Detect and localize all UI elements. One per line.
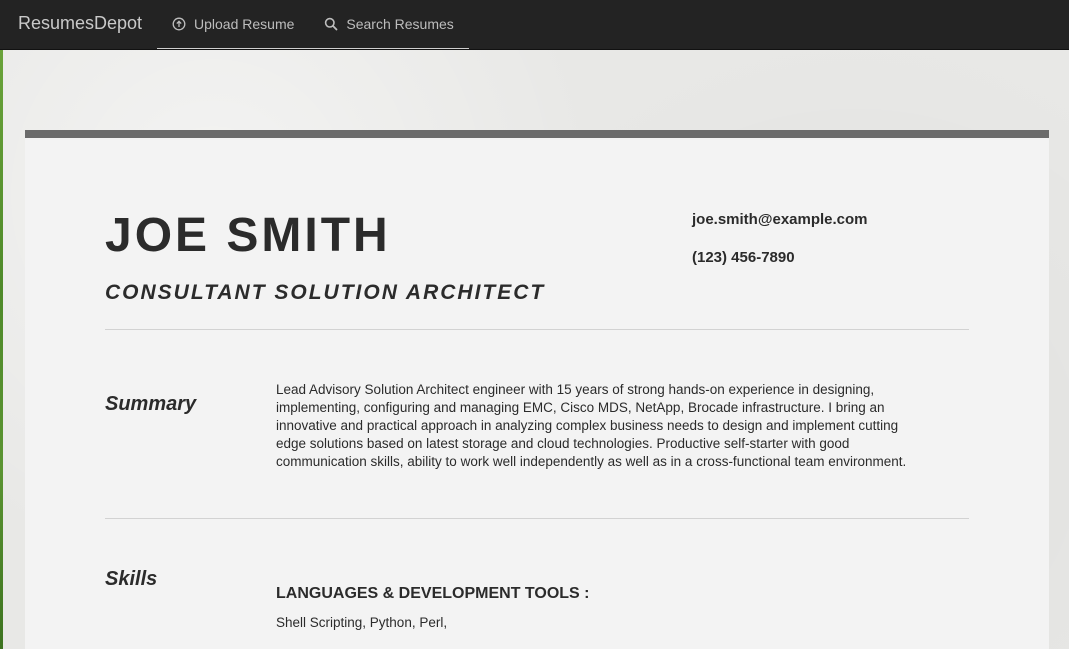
skills-label: Skills [105,568,158,590]
summary-text: Lead Advisory Solution Architect enginee… [276,382,907,469]
window-edge [0,50,3,649]
nav-items: Upload Resume Search Resumes [157,0,469,49]
section-divider [105,329,969,330]
upload-circle-icon [172,17,186,31]
candidate-name: JOE SMITH [105,209,391,262]
skills-group-heading: LANGUAGES & DEVELOPMENT TOOLS : [276,585,590,602]
section-divider [105,518,969,519]
skills-group-items: Shell Scripting, Python, Perl, [276,615,448,630]
nav-search-resumes-label: Search Resumes [346,16,454,32]
candidate-title: CONSULTANT SOLUTION ARCHITECT [105,281,546,304]
summary-label: Summary [105,393,197,415]
brand-logo-link[interactable]: ResumesDepot [0,0,157,49]
contact-phone: (123) 456-7890 [692,249,795,266]
top-navbar: ResumesDepot Upload Resume Search Resume… [0,0,1069,50]
search-icon [324,17,338,31]
nav-upload-resume[interactable]: Upload Resume [157,0,309,48]
nav-upload-resume-label: Upload Resume [194,16,295,32]
contact-email[interactable]: joe.smith@example.com [692,211,868,228]
nav-search-resumes[interactable]: Search Resumes [309,0,468,48]
resume-card: JOE SMITH CONSULTANT SOLUTION ARCHITECT … [25,130,1049,649]
